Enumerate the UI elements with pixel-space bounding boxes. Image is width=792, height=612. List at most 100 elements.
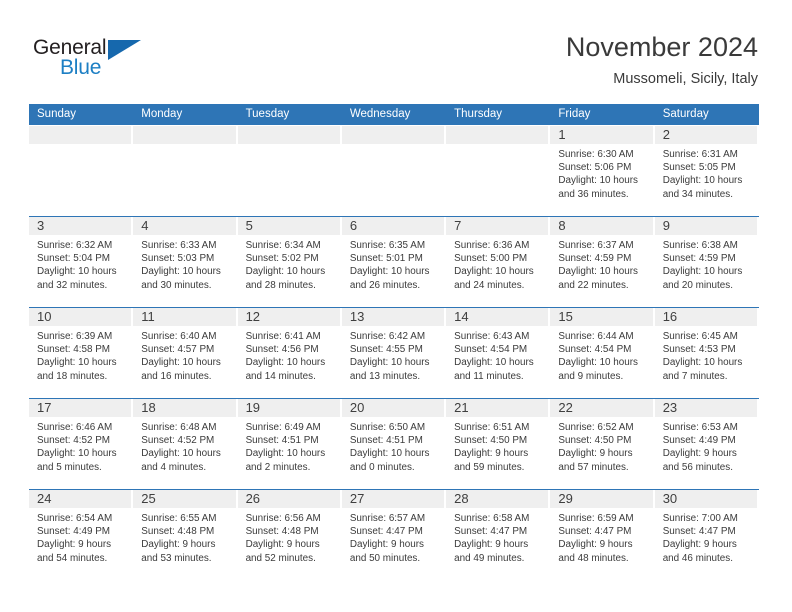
logo-triangle-icon (108, 40, 141, 60)
day-cell[interactable]: 8 Sunrise: 6:37 AM Sunset: 4:59 PM Daylight… (550, 217, 655, 307)
day-detail-sunrise: Sunrise: 6:53 AM (662, 422, 738, 433)
day-details: Sunrise: 6:41 AM Sunset: 4:56 PM Daylight:… (238, 326, 342, 383)
day-detail-sunrise: Sunrise: 6:42 AM (349, 331, 426, 342)
day-cell[interactable]: 12 Sunrise: 6:41 AM Sunset: 4:56 PM Dayligh… (237, 308, 342, 398)
day-detail-daylight2: and 22 minutes. (558, 279, 629, 291)
day-detail-sunset: Sunset: 5:05 PM (662, 162, 736, 174)
day-detail-sunrise: Sunrise: 6:44 AM (558, 331, 634, 342)
day-details: Sunrise: 6:50 AM Sunset: 4:51 PM Daylight:… (342, 417, 446, 474)
weekday-header-friday: Friday (558, 108, 591, 120)
day-detail-sunset: Sunset: 5:04 PM (37, 253, 111, 265)
day-details: Sunrise: 6:36 AM Sunset: 5:00 PM Daylight:… (446, 235, 550, 292)
general-blue-logo[interactable]: General Blue (33, 36, 163, 86)
day-number: 4 (141, 218, 149, 233)
day-detail-daylight2: and 56 minutes. (662, 461, 733, 473)
weekday-header-monday: Monday (141, 108, 183, 120)
day-number: 16 (662, 309, 678, 324)
day-number: 3 (37, 218, 45, 233)
day-details: Sunrise: 7:00 AM Sunset: 4:47 PM Daylight:… (655, 508, 759, 565)
day-cell[interactable]: 25 Sunrise: 6:55 AM Sunset: 4:48 PM Dayligh… (133, 490, 238, 580)
weekday-header-tuesday: Tuesday (245, 108, 290, 120)
day-detail-sunset: Sunset: 4:47 PM (349, 526, 423, 538)
day-cell[interactable]: 11 Sunrise: 6:40 AM Sunset: 4:57 PM Dayligh… (133, 308, 238, 398)
day-cell[interactable]: 15 Sunrise: 6:44 AM Sunset: 4:54 PM Dayligh… (550, 308, 655, 398)
weekday-header-saturday: Saturday (662, 108, 709, 120)
logo-text-blue: Blue (60, 56, 102, 79)
day-detail-sunrise: Sunrise: 6:54 AM (37, 513, 113, 524)
day-detail-sunrise: Sunrise: 6:30 AM (558, 149, 634, 160)
day-cell[interactable]: 27 Sunrise: 6:57 AM Sunset: 4:47 PM Dayligh… (341, 490, 447, 580)
day-details: Sunrise: 6:52 AM Sunset: 4:50 PM Daylight:… (550, 417, 654, 474)
day-detail-sunrise: Sunrise: 6:45 AM (662, 331, 738, 342)
day-cell[interactable]: 2 Sunrise: 6:31 AM Sunset: 5:05 PM Daylight… (654, 126, 759, 216)
day-cell[interactable]: 10 Sunrise: 6:39 AM Sunset: 4:58 PM Dayligh… (29, 308, 134, 398)
day-cell[interactable]: 9 Sunrise: 6:38 AM Sunset: 4:59 PM Daylight… (654, 217, 759, 307)
day-detail-sunrise: Sunrise: 6:49 AM (245, 422, 321, 433)
day-number: 20 (349, 400, 365, 415)
day-details: Sunrise: 6:39 AM Sunset: 4:58 PM Daylight:… (29, 326, 133, 383)
day-details: Sunrise: 6:56 AM Sunset: 4:48 PM Daylight:… (238, 508, 342, 565)
day-detail-daylight2: and 50 minutes. (349, 552, 421, 564)
day-number-band (446, 126, 549, 144)
day-cell[interactable]: 21 Sunrise: 6:51 AM Sunset: 4:50 PM Dayligh… (446, 399, 551, 489)
day-cell[interactable]: 14 Sunrise: 6:43 AM Sunset: 4:54 PM Dayligh… (446, 308, 551, 398)
day-cell[interactable]: 20 Sunrise: 6:50 AM Sunset: 4:51 PM Dayligh… (341, 399, 447, 489)
day-detail-daylight2: and 26 minutes. (349, 279, 421, 291)
day-details: Sunrise: 6:33 AM Sunset: 5:03 PM Daylight:… (133, 235, 237, 292)
day-detail-daylight2: and 59 minutes. (454, 461, 525, 473)
day-number: 8 (558, 218, 566, 233)
day-cell[interactable]: 19 Sunrise: 6:49 AM Sunset: 4:51 PM Dayligh… (237, 399, 342, 489)
day-cell[interactable]: 26 Sunrise: 6:56 AM Sunset: 4:48 PM Dayligh… (237, 490, 342, 580)
day-cell[interactable]: 13 Sunrise: 6:42 AM Sunset: 4:55 PM Dayligh… (341, 308, 447, 398)
day-cell[interactable]: 30 Sunrise: 7:00 AM Sunset: 4:47 PM Dayligh… (654, 490, 759, 580)
day-cell[interactable]: 5 Sunrise: 6:34 AM Sunset: 5:02 PM Daylight… (237, 217, 342, 307)
day-detail-sunrise: Sunrise: 6:34 AM (245, 240, 321, 251)
day-cell[interactable]: 18 Sunrise: 6:48 AM Sunset: 4:52 PM Dayligh… (133, 399, 238, 489)
day-number: 29 (558, 491, 573, 506)
day-number-band (133, 217, 236, 235)
day-number: 26 (245, 491, 261, 506)
day-cell[interactable]: 17 Sunrise: 6:46 AM Sunset: 4:52 PM Dayligh… (29, 399, 134, 489)
day-detail-sunrise: Sunrise: 6:55 AM (141, 513, 217, 524)
day-cell[interactable]: 6 Sunrise: 6:35 AM Sunset: 5:01 PM Daylight… (341, 217, 447, 307)
day-cell[interactable]: 1 Sunrise: 6:30 AM Sunset: 5:06 PM Daylight… (550, 126, 655, 216)
day-detail-sunrise: Sunrise: 6:58 AM (454, 513, 530, 524)
day-detail-daylight1: Daylight: 10 hours (37, 448, 117, 460)
day-details: Sunrise: 6:38 AM Sunset: 4:59 PM Daylight:… (655, 235, 759, 292)
day-details: Sunrise: 6:32 AM Sunset: 5:04 PM Daylight:… (29, 235, 133, 292)
day-cell[interactable]: 3 Sunrise: 6:32 AM Sunset: 5:04 PM Daylight… (29, 217, 134, 307)
day-cell[interactable]: 28 Sunrise: 6:58 AM Sunset: 4:47 PM Dayligh… (446, 490, 551, 580)
day-detail-sunrise: Sunrise: 6:41 AM (245, 331, 321, 342)
day-cell[interactable]: 29 Sunrise: 6:59 AM Sunset: 4:47 PM Dayligh… (550, 490, 655, 580)
day-detail-daylight2: and 53 minutes. (141, 552, 212, 564)
day-detail-sunrise: Sunrise: 6:50 AM (349, 422, 426, 433)
day-detail-sunrise: Sunrise: 6:37 AM (558, 240, 634, 251)
day-detail-sunset: Sunset: 4:54 PM (454, 344, 528, 356)
day-detail-sunset: Sunset: 4:49 PM (662, 435, 736, 447)
day-cell[interactable]: 22 Sunrise: 6:52 AM Sunset: 4:50 PM Dayligh… (550, 399, 655, 489)
day-details: Sunrise: 6:55 AM Sunset: 4:48 PM Daylight:… (133, 508, 237, 565)
day-detail-daylight1: Daylight: 9 hours (37, 539, 112, 551)
day-cell[interactable]: 4 Sunrise: 6:33 AM Sunset: 5:03 PM Daylight… (133, 217, 238, 307)
day-number: 7 (454, 218, 462, 233)
day-detail-sunset: Sunset: 4:53 PM (662, 344, 736, 356)
day-detail-sunset: Sunset: 5:03 PM (141, 253, 215, 265)
day-number: 12 (245, 309, 261, 324)
day-cell[interactable]: 16 Sunrise: 6:45 AM Sunset: 4:53 PM Dayligh… (654, 308, 759, 398)
day-number: 28 (454, 491, 469, 506)
day-details: Sunrise: 6:45 AM Sunset: 4:53 PM Daylight:… (655, 326, 759, 383)
day-detail-sunset: Sunset: 4:54 PM (558, 344, 632, 356)
day-detail-sunrise: Sunrise: 6:48 AM (141, 422, 217, 433)
day-detail-daylight1: Daylight: 9 hours (662, 448, 737, 460)
day-number: 13 (349, 309, 365, 324)
day-detail-sunrise: Sunrise: 7:00 AM (662, 513, 738, 524)
day-detail-sunset: Sunset: 5:06 PM (558, 162, 632, 174)
day-detail-daylight2: and 46 minutes. (662, 552, 733, 564)
day-detail-sunrise: Sunrise: 6:57 AM (349, 513, 426, 524)
day-detail-daylight2: and 14 minutes. (245, 370, 316, 382)
day-detail-daylight2: and 11 minutes. (454, 370, 524, 382)
day-cell[interactable]: 7 Sunrise: 6:36 AM Sunset: 5:00 PM Daylight… (446, 217, 551, 307)
day-cell[interactable]: 23 Sunrise: 6:53 AM Sunset: 4:49 PM Dayligh… (654, 399, 759, 489)
day-details: Sunrise: 6:31 AM Sunset: 5:05 PM Daylight:… (655, 144, 759, 201)
day-cell[interactable]: 24 Sunrise: 6:54 AM Sunset: 4:49 PM Dayligh… (29, 490, 134, 580)
